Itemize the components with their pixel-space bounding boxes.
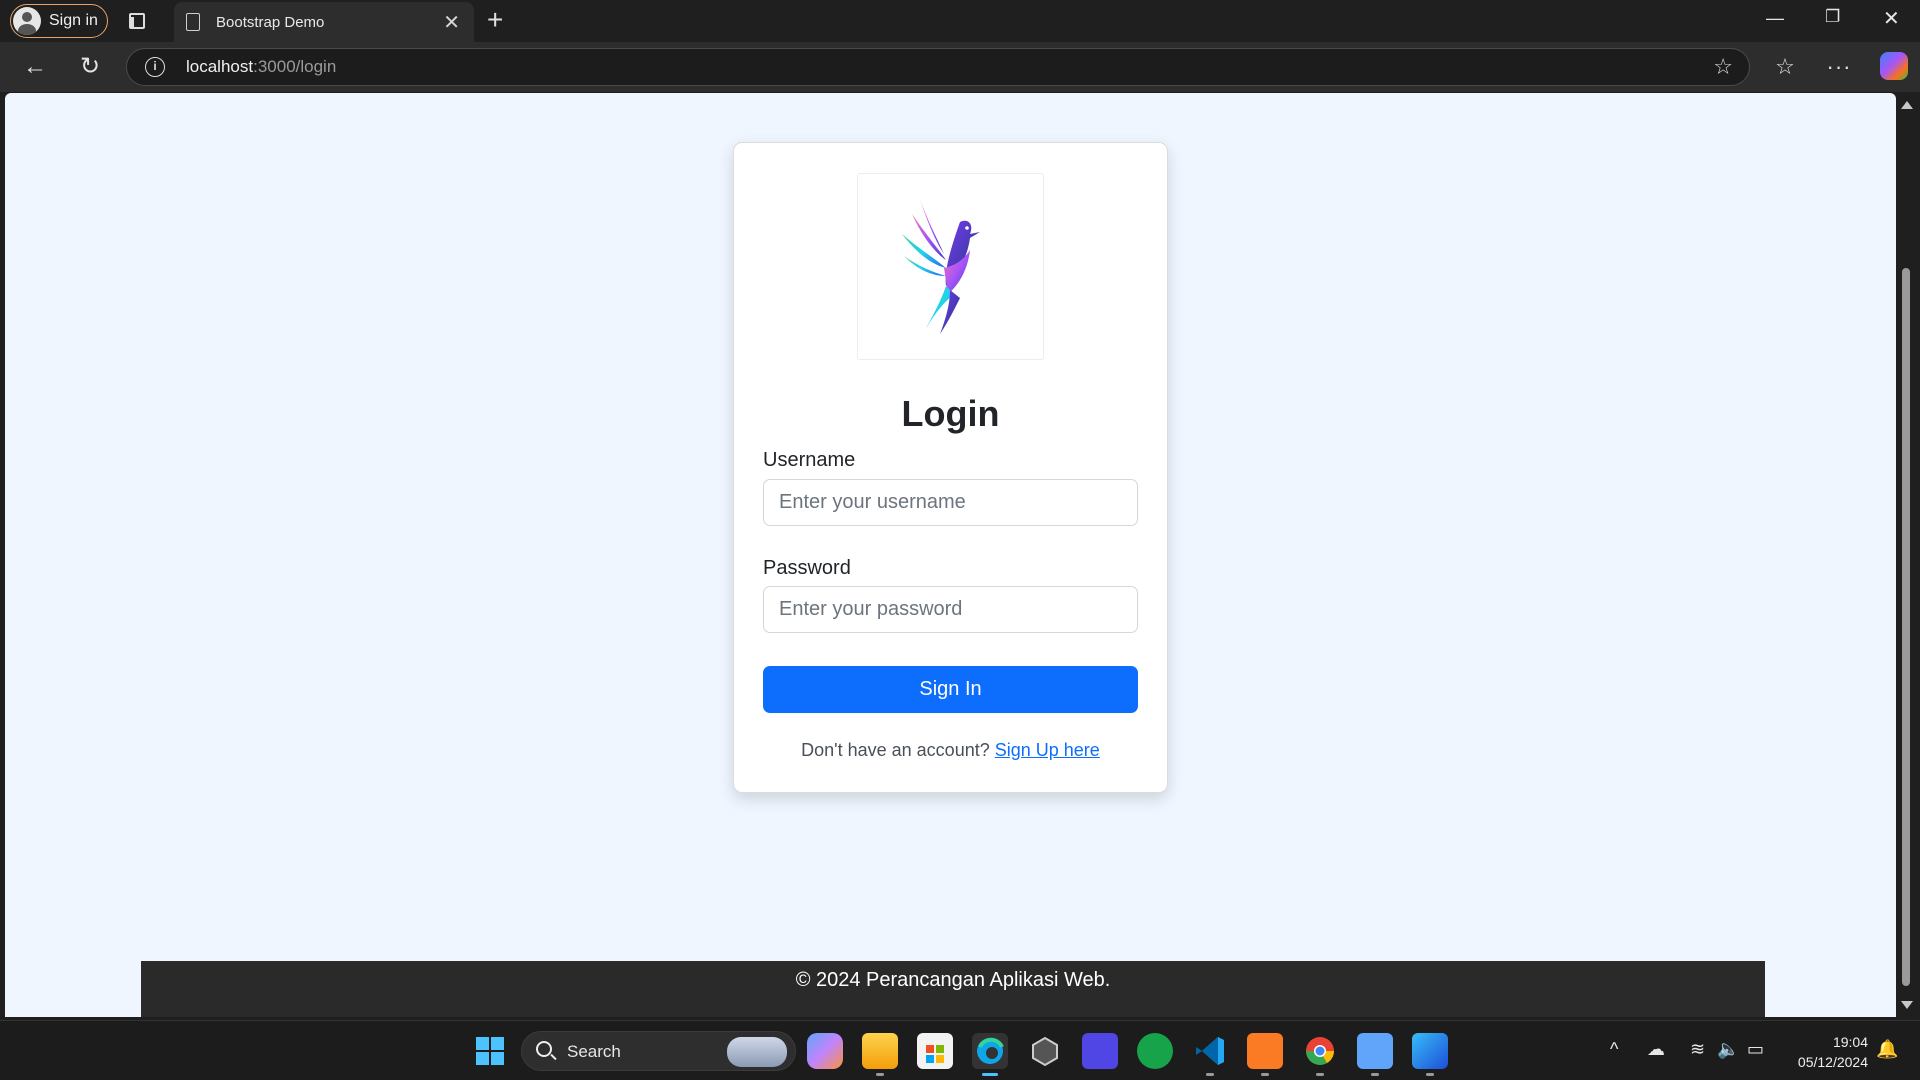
scroll-thumb[interactable] [1902,268,1910,986]
clock-time: 19:04 [1832,1034,1868,1050]
battery-icon[interactable]: ▭ [1747,1039,1764,1060]
tab-close-icon[interactable]: ✕ [443,10,460,35]
username-label: Username [763,449,856,471]
chrome-icon[interactable] [1302,1033,1338,1069]
username-input[interactable]: Enter your username [763,479,1138,526]
page-icon [186,13,200,31]
file-explorer-icon[interactable] [862,1033,898,1069]
url-text[interactable]: localhost:3000/login [186,57,336,77]
restore-icon[interactable]: ❐ [1825,7,1840,27]
notification-bell-icon[interactable]: 🔔 [1876,1039,1898,1060]
unity-hub-icon[interactable] [1027,1033,1063,1069]
app-icon[interactable] [1082,1033,1118,1069]
bird-logo-icon [902,199,980,334]
page-scrollbar[interactable] [1896,93,1915,1017]
windows-taskbar: Search ^ ☁ ≋ 🔈 ▭ 19:04 05/12/2024 🔔 [0,1020,1920,1080]
microsoft-store-icon[interactable] [917,1033,953,1069]
login-title: Login [901,393,1000,434]
logo [857,173,1044,360]
running-indicator [1206,1073,1214,1076]
start-windows-icon[interactable] [472,1033,508,1069]
running-indicator [1316,1073,1324,1076]
volume-icon[interactable]: 🔈 [1717,1039,1739,1060]
signup-prompt-text: Don't have an account? [801,740,990,760]
browser-navbar: ← ↻ i localhost:3000/login ☆ ☆ ··· [0,42,1920,92]
running-indicator [1371,1073,1379,1076]
vscode-icon[interactable] [1192,1033,1228,1069]
taskbar-search-box[interactable]: Search [521,1031,796,1071]
sign-in-button[interactable]: Sign In [763,666,1138,713]
profile-sign-in-button[interactable]: Sign in [10,4,108,38]
onedrive-cloud-icon[interactable]: ☁ [1647,1039,1665,1060]
running-indicator [1261,1073,1269,1076]
running-indicator [876,1073,884,1076]
password-input[interactable]: Enter your password [763,586,1138,633]
signup-link[interactable]: Sign Up here [995,740,1100,760]
taskbar-clock[interactable]: 19:04 05/12/2024 [1784,1032,1868,1072]
browser-titlebar: Sign in Bootstrap Demo ✕ + — ❐ ✕ [0,0,1920,42]
profile-avatar-icon [13,7,41,35]
taskbar-search-label: Search [567,1042,621,1061]
running-indicator [1426,1073,1434,1076]
favorites-icon[interactable]: ☆ [1770,52,1800,82]
page-footer: © 2024 Perancangan Aplikasi Web. [141,961,1765,1017]
photos-icon[interactable] [1412,1033,1448,1069]
minimize-icon[interactable]: — [1766,8,1784,29]
search-highlight-image [727,1037,787,1067]
wifi-icon[interactable]: ≋ [1690,1039,1705,1060]
browser-tab[interactable]: Bootstrap Demo ✕ [174,2,474,42]
more-options-icon[interactable]: ··· [1824,52,1854,82]
favorite-star-icon[interactable]: ☆ [1713,54,1733,80]
new-tab-icon[interactable]: + [487,4,503,36]
search-icon [536,1041,552,1057]
xampp-icon[interactable] [1247,1033,1283,1069]
edge-browser-icon[interactable] [972,1033,1008,1069]
scroll-down-icon[interactable] [1901,1001,1913,1009]
back-arrow-icon[interactable]: ← [20,52,50,82]
login-card: Login Username Enter your username Passw… [733,142,1168,793]
xbox-icon[interactable] [1137,1033,1173,1069]
username-placeholder: Enter your username [779,491,966,513]
active-indicator [982,1073,998,1076]
password-placeholder: Enter your password [779,598,963,620]
clock-date: 05/12/2024 [1797,1054,1868,1070]
show-hidden-icons-chevron-icon[interactable]: ^ [1610,1039,1618,1060]
profile-label: Sign in [49,12,98,29]
copilot-icon[interactable] [1880,52,1908,80]
close-window-icon[interactable]: ✕ [1883,6,1900,31]
site-info-icon[interactable]: i [145,57,165,77]
page-viewport: Login Username Enter your username Passw… [5,93,1896,1017]
password-label: Password [763,557,851,579]
refresh-icon[interactable]: ↻ [75,52,105,82]
tab-title: Bootstrap Demo [216,13,325,31]
footer-text: © 2024 Perancangan Aplikasi Web. [795,969,1111,991]
signup-prompt-line: Don't have an account? Sign Up here [734,740,1167,761]
address-bar[interactable]: i localhost:3000/login ☆ [126,48,1750,86]
tab-actions-icon[interactable] [125,9,149,33]
copilot-app-icon[interactable] [807,1033,843,1069]
notepad-icon[interactable] [1357,1033,1393,1069]
scroll-up-icon[interactable] [1901,101,1913,109]
